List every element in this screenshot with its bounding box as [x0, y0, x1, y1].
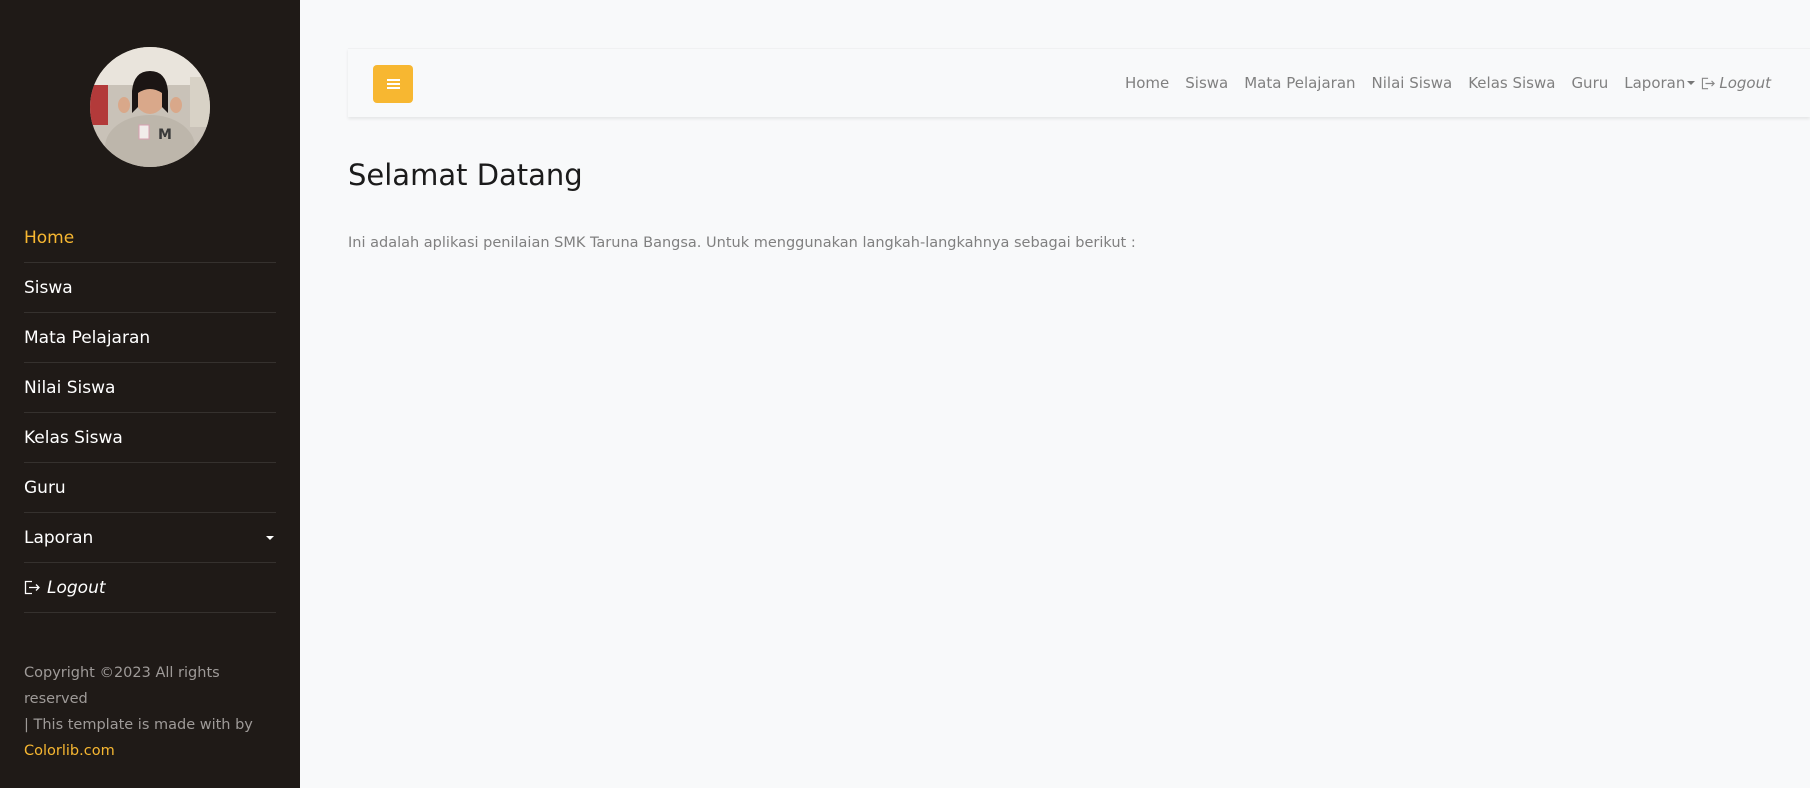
nav-logout-label: Logout [1719, 74, 1771, 92]
sidebar-item-label: Home [24, 227, 75, 248]
top-navbar: Home Siswa Mata Pelajaran Nilai Siswa Ke… [348, 48, 1810, 117]
sidebar-item-label: Logout [47, 577, 106, 598]
sidebar-item-mata-pelajaran[interactable]: Mata Pelajaran [24, 313, 276, 363]
copyright-text: Copyright ©2023 All rights reserved [24, 665, 220, 707]
sidebar-item-logout[interactable]: Logout [24, 563, 276, 613]
nav-guru[interactable]: Guru [1571, 74, 1608, 92]
bars-icon [386, 79, 400, 89]
avatar[interactable]: M [90, 47, 210, 167]
sidebar-item-laporan[interactable]: Laporan [24, 513, 276, 563]
sidebar-item-label: Guru [24, 477, 66, 498]
sidebar-item-label: Nilai Siswa [24, 377, 116, 398]
intro-text: Ini adalah aplikasi penilaian SMK Taruna… [348, 235, 1136, 251]
made-with-text: | This template is made with by [24, 717, 253, 733]
sidebar-item-label: Siswa [24, 277, 73, 298]
sidebar-footer: Copyright ©2023 All rights reserved | Th… [24, 660, 284, 764]
page-title: Selamat Datang [348, 158, 583, 192]
nav-home[interactable]: Home [1125, 74, 1169, 92]
chevron-down-icon [266, 535, 274, 540]
nav-laporan-dropdown[interactable]: Laporan [1624, 74, 1696, 92]
svg-text:M: M [158, 127, 172, 143]
sidebar-item-nilai-siswa[interactable]: Nilai Siswa [24, 363, 276, 413]
nav-laporan-label: Laporan [1624, 74, 1686, 92]
nav-siswa[interactable]: Siswa [1185, 74, 1228, 92]
sidebar-item-guru[interactable]: Guru [24, 463, 276, 513]
sidebar-toggle-button[interactable] [373, 65, 413, 103]
avatar-image: M [90, 47, 210, 167]
sidebar-item-label: Kelas Siswa [24, 427, 123, 448]
sidebar-menu: Home Siswa Mata Pelajaran Nilai Siswa Ke… [24, 213, 276, 613]
top-nav: Home Siswa Mata Pelajaran Nilai Siswa Ke… [1125, 49, 1771, 117]
sidebar-item-label: Mata Pelajaran [24, 327, 151, 348]
logout-icon [24, 580, 40, 595]
sidebar: M Home Siswa Mata Pelajaran Nilai Siswa … [0, 0, 300, 788]
nav-nilai-siswa[interactable]: Nilai Siswa [1372, 74, 1453, 92]
nav-logout[interactable]: Logout [1701, 74, 1771, 92]
sidebar-item-label: Laporan [24, 527, 94, 548]
sidebar-item-home[interactable]: Home [24, 213, 276, 263]
chevron-down-icon [1687, 81, 1696, 85]
sidebar-item-siswa[interactable]: Siswa [24, 263, 276, 313]
nav-kelas-siswa[interactable]: Kelas Siswa [1468, 74, 1555, 92]
nav-mata-pelajaran[interactable]: Mata Pelajaran [1244, 74, 1355, 92]
logout-icon [1702, 77, 1716, 89]
sidebar-item-kelas-siswa[interactable]: Kelas Siswa [24, 413, 276, 463]
colorlib-link[interactable]: Colorlib.com [24, 743, 115, 759]
